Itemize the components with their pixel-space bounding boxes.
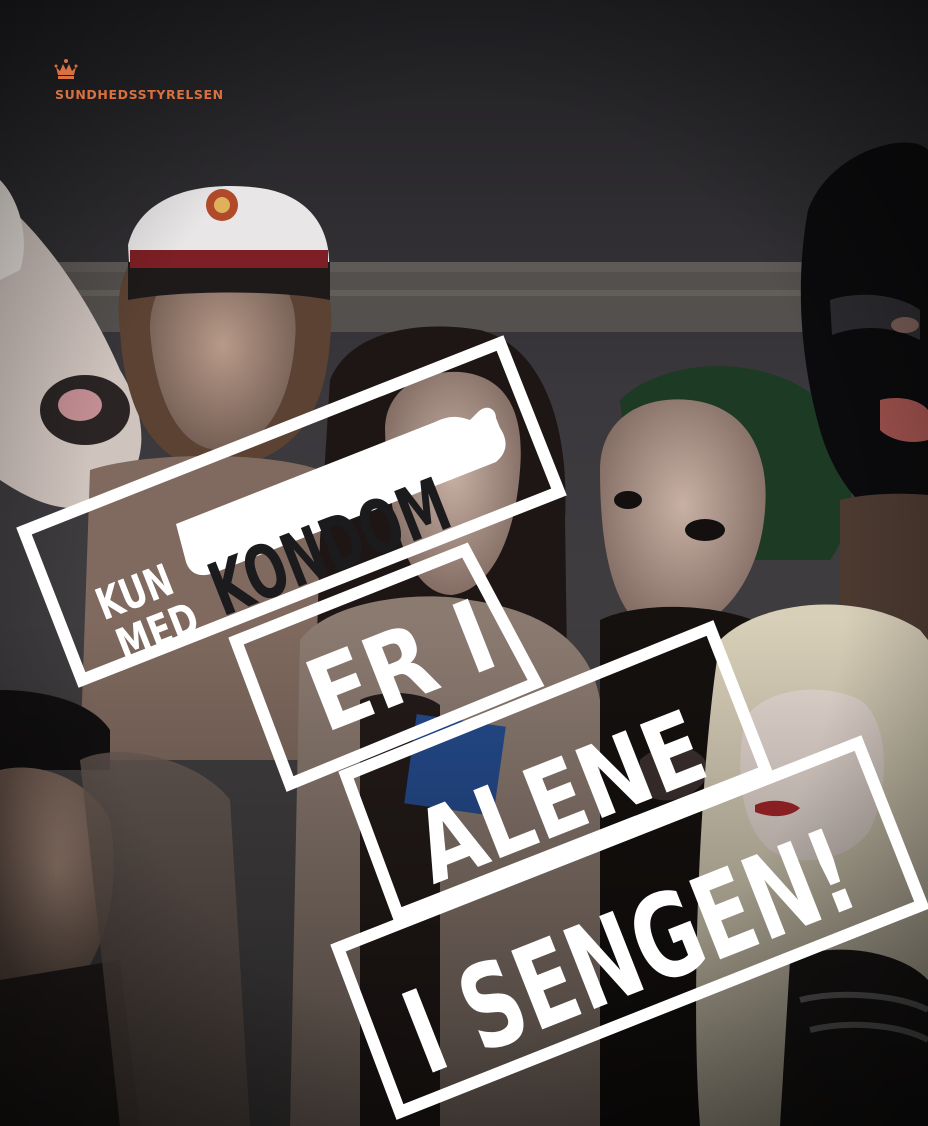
campaign-poster: SUNDHEDSSTYRELSEN KUN MED KONDOM ER I AL…: [0, 0, 928, 1126]
campaign-headline: KUN MED KONDOM ER I ALENE I SENGEN!: [16, 335, 928, 1120]
